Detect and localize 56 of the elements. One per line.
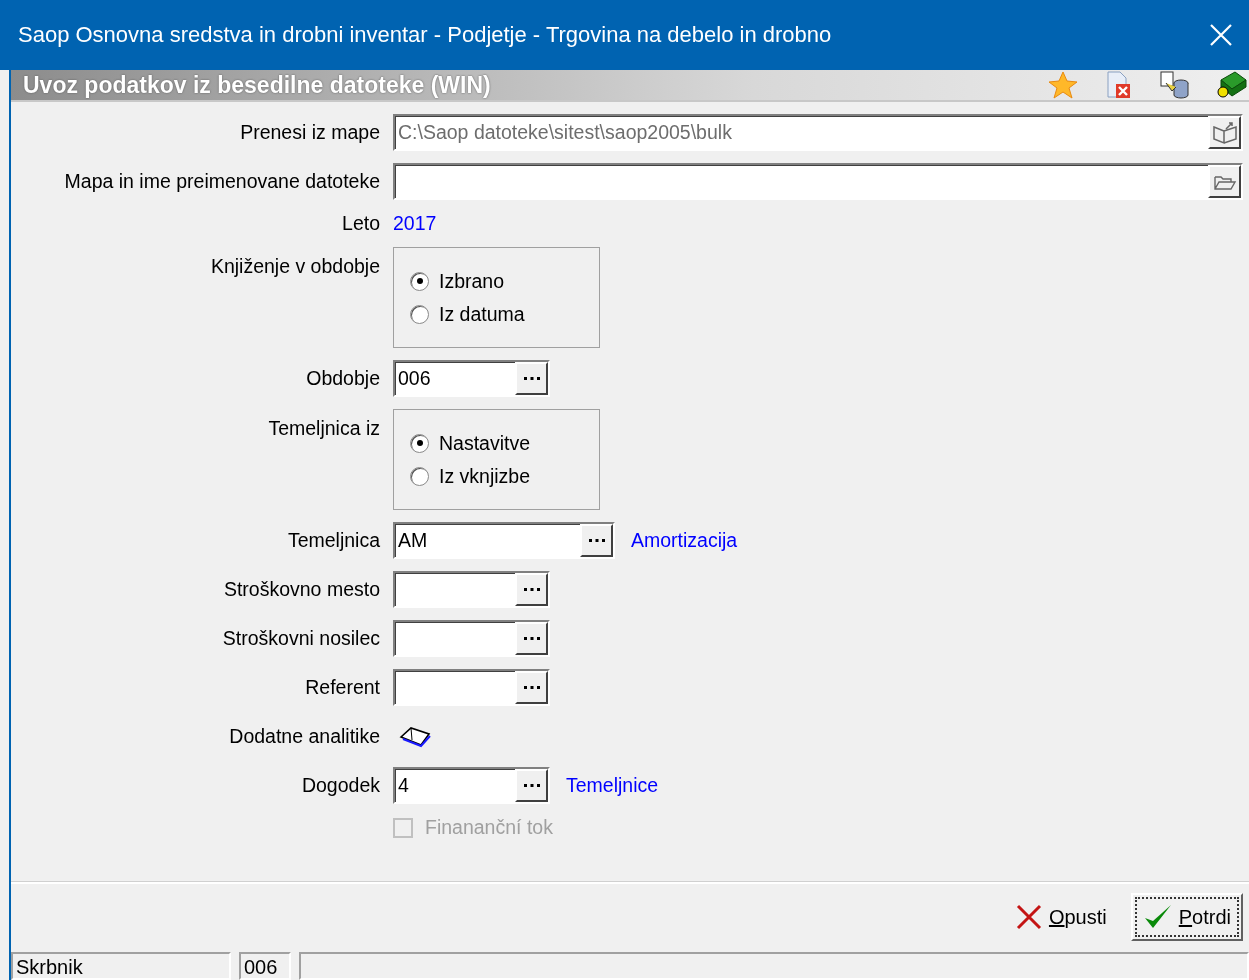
lookup-button[interactable] <box>515 671 548 704</box>
field-label: Dodatne analitike <box>228 725 380 748</box>
field-label: Temeljnica iz <box>267 416 380 440</box>
radio-label[interactable]: Izbrano <box>439 269 505 293</box>
window-title: Saop Osnovna sredstva in drobni inventar - Podjetje - Trgovina na debelo in drobno <box>18 22 832 48</box>
more-icon <box>587 538 606 543</box>
more-icon <box>522 587 541 592</box>
radio-label[interactable]: Nastavitve <box>439 431 531 455</box>
lookup-field[interactable] <box>393 669 550 706</box>
lookup-field[interactable]: AM <box>393 522 615 559</box>
lookup-button[interactable] <box>515 573 548 606</box>
browse-button[interactable] <box>1208 165 1241 198</box>
lookup-button[interactable] <box>580 524 613 557</box>
radio-button[interactable] <box>410 433 429 453</box>
confirm-button[interactable]: Potrdi <box>1130 893 1243 941</box>
lookup-button[interactable] <box>515 622 548 655</box>
book-icon[interactable] <box>399 724 433 749</box>
field-label: Knjiženje v obdobje <box>209 254 380 278</box>
radio-button[interactable] <box>410 304 429 324</box>
lookup-description[interactable]: Temeljnice <box>566 774 659 797</box>
radio-label[interactable]: Iz vknjizbe <box>439 464 531 488</box>
dialog-title: Uvoz podatkov iz besedilne datoteke (WIN) <box>23 71 491 99</box>
field-label: Stroškovni nosilec <box>221 627 380 650</box>
lookup-field[interactable]: 4 <box>393 767 550 804</box>
folder-arrow-icon <box>1211 120 1238 145</box>
status-cell: Skrbnik <box>11 952 231 980</box>
database-import-icon <box>1160 71 1190 99</box>
field-label: Mapa in ime preimenovane datoteke <box>63 170 380 193</box>
star-icon <box>1048 71 1078 99</box>
lookup-field[interactable] <box>393 571 550 608</box>
field-label: Obdobje <box>305 367 380 390</box>
lookup-button[interactable] <box>515 362 548 395</box>
field-label: Temeljnica <box>286 529 380 552</box>
lookup-button[interactable] <box>515 769 548 802</box>
cancel-button[interactable]: Opusti <box>1004 893 1117 941</box>
field-label: Prenesi iz mape <box>239 121 380 144</box>
close-icon <box>1210 24 1232 46</box>
year-value: 2017 <box>393 212 437 235</box>
status-cell: 006 <box>239 952 291 980</box>
path-field[interactable] <box>393 163 1243 200</box>
radio-button[interactable] <box>410 271 429 291</box>
field-label: Referent <box>304 676 380 699</box>
document-delete-icon <box>1106 71 1132 99</box>
more-icon <box>522 376 541 381</box>
lookup-field[interactable] <box>393 620 550 657</box>
field-label: Leto <box>341 212 380 235</box>
lookup-field[interactable]: 006 <box>393 360 550 397</box>
lookup-description[interactable]: Amortizacija <box>631 529 738 552</box>
radio-button[interactable] <box>410 466 429 486</box>
radio-label[interactable]: Iz datuma <box>439 302 525 326</box>
more-icon <box>522 783 541 788</box>
more-icon <box>522 685 541 690</box>
field-label: Dogodek <box>300 774 380 797</box>
close-icon <box>1014 903 1043 931</box>
field-label: Stroškovno mesto <box>222 578 380 601</box>
more-icon <box>522 636 541 641</box>
